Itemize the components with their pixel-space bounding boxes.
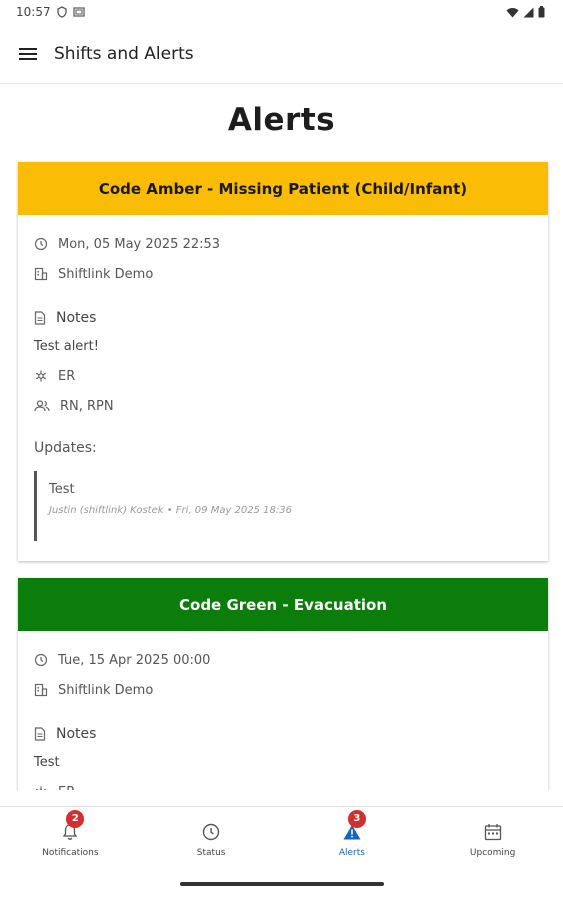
status-time: 10:57 xyxy=(16,5,51,19)
alert-department-row: ER xyxy=(34,777,532,790)
alert-notes-label: Notes xyxy=(56,310,97,326)
alert-site: Shiftlink Demo xyxy=(58,266,154,282)
menu-icon xyxy=(19,47,37,60)
nav-status[interactable]: Status xyxy=(141,807,282,870)
alert-body: Tue, 15 Apr 2025 00:00 Shiftlink Demo No… xyxy=(18,631,548,790)
nav-notifications[interactable]: 2 Notifications xyxy=(0,807,141,870)
alert-notes-header: Notes xyxy=(34,719,532,749)
home-indicator[interactable] xyxy=(180,882,384,886)
nav-label: Alerts xyxy=(338,847,365,858)
signal-icon xyxy=(523,7,534,17)
asterisk-icon xyxy=(35,786,47,790)
notifications-badge: 2 xyxy=(66,809,85,828)
alert-site-row: Shiftlink Demo xyxy=(34,675,532,705)
nav-label: Upcoming xyxy=(469,847,516,858)
alert-updates-label: Updates: xyxy=(34,440,97,456)
app-bar-title: Shifts and Alerts xyxy=(54,43,194,64)
update-item: Test Justin (shiftlink) Kostek • Fri, 09… xyxy=(34,471,532,541)
people-icon xyxy=(34,400,50,412)
alert-site-row: Shiftlink Demo xyxy=(34,259,532,289)
building-icon xyxy=(34,267,48,281)
page-title: Alerts xyxy=(227,102,336,138)
asterisk-icon xyxy=(35,370,47,382)
alert-department: ER xyxy=(58,785,75,791)
clock-icon xyxy=(202,823,220,840)
clock-icon xyxy=(34,237,48,251)
menu-button[interactable] xyxy=(4,30,52,78)
alert-notes: Test xyxy=(34,755,60,770)
alert-department: ER xyxy=(58,368,76,384)
alert-department-row: ER xyxy=(34,361,532,391)
alert-site: Shiftlink Demo xyxy=(58,682,154,698)
alert-notes: Test alert! xyxy=(34,339,99,354)
alerts-content[interactable]: Alerts Code Amber - Missing Patient (Chi… xyxy=(0,85,563,790)
nav-label: Status xyxy=(196,847,226,858)
calendar-icon xyxy=(484,823,501,840)
clock-icon xyxy=(34,653,48,667)
alert-title: Code Amber - Missing Patient (Child/Infa… xyxy=(98,179,468,198)
nav-label: Notifications xyxy=(42,847,99,858)
alert-title: Code Green - Evacuation xyxy=(179,595,387,614)
alert-roles-row: RN, RPN xyxy=(34,391,532,421)
alert-datetime-row: Tue, 15 Apr 2025 00:00 xyxy=(34,645,532,675)
alerts-badge: 3 xyxy=(347,809,366,828)
alert-datetime: Mon, 05 May 2025 22:53 xyxy=(58,236,221,252)
alert-notes-header: Notes xyxy=(34,303,532,333)
update-text: Test xyxy=(49,482,75,497)
alert-notes-label: Notes xyxy=(56,726,97,742)
status-bar: 10:57 xyxy=(0,0,563,24)
alert-datetime: Tue, 15 Apr 2025 00:00 xyxy=(58,652,211,668)
nav-alerts[interactable]: 3 Alerts xyxy=(282,807,423,870)
nav-upcoming[interactable]: Upcoming xyxy=(422,807,563,870)
location-icon xyxy=(56,6,67,18)
building-icon xyxy=(34,683,48,697)
alert-card[interactable]: Code Amber - Missing Patient (Child/Infa… xyxy=(18,162,548,561)
alert-body: Mon, 05 May 2025 22:53 Shiftlink Demo No… xyxy=(18,215,548,553)
alert-roles: RN, RPN xyxy=(60,398,114,414)
document-icon xyxy=(34,727,46,741)
battery-icon xyxy=(538,6,545,18)
screen-icon xyxy=(72,7,85,17)
document-icon xyxy=(34,311,46,325)
bottom-navigation: 2 Notifications Status 3 Alerts Upcoming xyxy=(0,806,563,870)
update-meta: Justin (shiftlink) Kostek • Fri, 09 May … xyxy=(49,505,292,516)
alert-card[interactable]: Code Green - Evacuation Tue, 15 Apr 2025… xyxy=(18,578,548,790)
wifi-icon xyxy=(506,7,519,17)
alert-header: Code Amber - Missing Patient (Child/Infa… xyxy=(18,162,548,215)
status-bar-left: 10:57 xyxy=(16,5,85,19)
alert-header: Code Green - Evacuation xyxy=(18,578,548,631)
alert-datetime-row: Mon, 05 May 2025 22:53 xyxy=(34,229,532,259)
app-bar: Shifts and Alerts xyxy=(0,24,563,84)
status-bar-right xyxy=(506,6,545,18)
